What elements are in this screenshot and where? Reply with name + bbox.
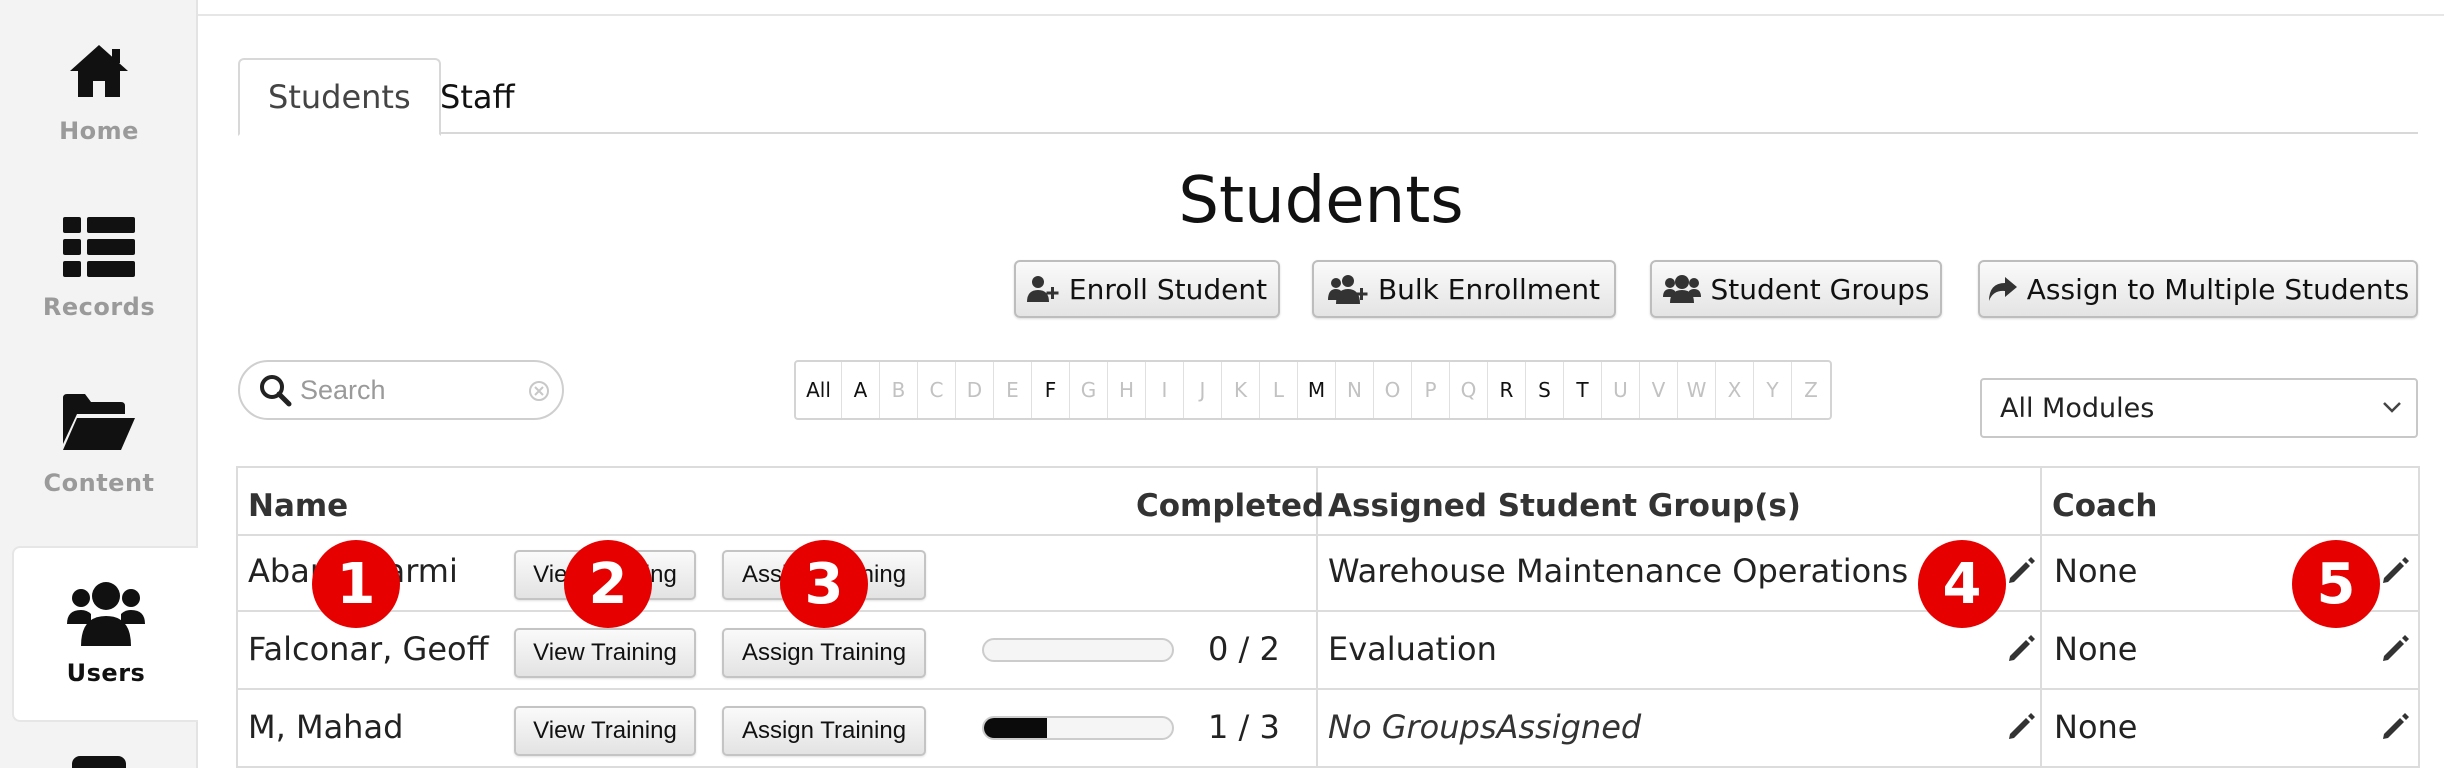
- home-icon: [59, 39, 139, 103]
- completion-count: 1 / 3: [1208, 708, 1280, 746]
- user-plus-icon: [1026, 276, 1059, 302]
- assign-multiple-students-button[interactable]: Assign to Multiple Students: [1978, 260, 2418, 318]
- view-training-button[interactable]: View Training: [514, 706, 696, 756]
- annotation-marker-4: 4: [1918, 540, 2006, 628]
- student-groups-button[interactable]: Student Groups: [1650, 260, 1942, 318]
- chevron-down-icon: [2383, 402, 2401, 413]
- column-header-name[interactable]: Name: [248, 488, 348, 524]
- edit-pencil-icon[interactable]: [2380, 634, 2410, 664]
- alphabet-letter-b[interactable]: B: [880, 362, 918, 418]
- assign-training-button[interactable]: Assign Training: [722, 706, 926, 756]
- annotation-marker-2: 2: [564, 540, 652, 628]
- column-header-coach[interactable]: Coach: [2052, 488, 2157, 524]
- share-arrow-icon: [1988, 277, 2017, 301]
- sidebar: Home Records Content Users: [0, 0, 198, 768]
- users-icon: [1662, 275, 1701, 303]
- main-content: Students Staff Students Enroll Student B…: [198, 14, 2444, 768]
- sidebar-item-label: Content: [43, 469, 155, 497]
- alphabet-letter-z[interactable]: Z: [1792, 362, 1830, 418]
- page-title: Students: [1178, 164, 1464, 238]
- alphabet-letter-h[interactable]: H: [1108, 362, 1146, 418]
- alphabet-letter-t[interactable]: T: [1564, 362, 1602, 418]
- users-icon: [66, 581, 146, 646]
- search-box: [238, 360, 564, 420]
- alphabet-letter-w[interactable]: W: [1678, 362, 1716, 418]
- enroll-student-button[interactable]: Enroll Student: [1014, 260, 1280, 318]
- search-input[interactable]: [300, 374, 520, 406]
- edit-pencil-icon[interactable]: [2380, 556, 2410, 586]
- bulk-enrollment-label: Bulk Enrollment: [1377, 272, 1601, 306]
- alphabet-letter-e[interactable]: E: [994, 362, 1032, 418]
- coach-name: None: [2054, 552, 2138, 590]
- alphabet-letter-l[interactable]: L: [1260, 362, 1298, 418]
- alphabet-letter-k[interactable]: K: [1222, 362, 1260, 418]
- folder-open-icon: [59, 391, 139, 455]
- list-icon: [59, 215, 139, 279]
- annotation-marker-3: 3: [780, 540, 868, 628]
- annotation-marker-5: 5: [2292, 540, 2380, 628]
- assigned-group: Warehouse Maintenance Operations: [1328, 552, 1909, 590]
- edit-pencil-icon[interactable]: [2006, 712, 2036, 742]
- alphabet-letter-v[interactable]: V: [1640, 362, 1678, 418]
- sidebar-item-users[interactable]: Users: [12, 546, 198, 722]
- enroll-student-label: Enroll Student: [1068, 272, 1268, 306]
- alphabet-letter-g[interactable]: G: [1070, 362, 1108, 418]
- bulk-enrollment-button[interactable]: Bulk Enrollment: [1312, 260, 1616, 318]
- alphabet-letter-p[interactable]: P: [1412, 362, 1450, 418]
- clear-search-icon[interactable]: [528, 380, 550, 402]
- edit-pencil-icon[interactable]: [2006, 556, 2036, 586]
- alphabet-letter-y[interactable]: Y: [1754, 362, 1792, 418]
- sidebar-item-records[interactable]: Records: [0, 180, 198, 356]
- coach-name: None: [2054, 630, 2138, 668]
- students-table: Name Completed Assigned Student Group(s)…: [236, 466, 2420, 768]
- column-header-groups[interactable]: Assigned Student Group(s): [1328, 488, 1801, 524]
- assigned-group: No GroupsAssigned: [1328, 708, 1642, 746]
- edit-pencil-icon[interactable]: [2380, 712, 2410, 742]
- alphabet-filter: All A B C D E F G H I J K L M N O P Q R S T U V W X Y Z: [794, 360, 1832, 420]
- assign-multiple-students-label: Assign to Multiple Students: [2026, 272, 2410, 306]
- alphabet-letter-s[interactable]: S: [1526, 362, 1564, 418]
- tab-staff[interactable]: Staff: [412, 58, 543, 136]
- alphabet-letter-u[interactable]: U: [1602, 362, 1640, 418]
- alphabet-letter-a[interactable]: A: [842, 362, 880, 418]
- sidebar-item-partial-icon[interactable]: [72, 756, 126, 768]
- alphabet-letter-all[interactable]: All: [796, 362, 842, 418]
- alphabet-letter-r[interactable]: R: [1488, 362, 1526, 418]
- alphabet-letter-i[interactable]: I: [1146, 362, 1184, 418]
- tab-students[interactable]: Students: [238, 58, 441, 136]
- completion-count: 0 / 2: [1208, 630, 1280, 668]
- edit-pencil-icon[interactable]: [2006, 634, 2036, 664]
- completion-progress-bar: [982, 638, 1174, 662]
- coach-name: None: [2054, 708, 2138, 746]
- alphabet-letter-m[interactable]: M: [1298, 362, 1336, 418]
- sidebar-item-label: Users: [66, 659, 146, 687]
- sidebar-item-home[interactable]: Home: [0, 4, 198, 180]
- alphabet-letter-q[interactable]: Q: [1450, 362, 1488, 418]
- search-icon: [260, 375, 292, 407]
- student-groups-label: Student Groups: [1710, 272, 1930, 306]
- column-header-completed[interactable]: Completed: [1136, 488, 1324, 524]
- annotation-marker-1: 1: [312, 540, 400, 628]
- alphabet-letter-c[interactable]: C: [918, 362, 956, 418]
- alphabet-letter-j[interactable]: J: [1184, 362, 1222, 418]
- view-training-button[interactable]: View Training: [514, 628, 696, 678]
- tab-bar: Students Staff: [238, 58, 2418, 136]
- alphabet-letter-f[interactable]: F: [1032, 362, 1070, 418]
- module-select[interactable]: All Modules: [1980, 378, 2418, 438]
- assigned-group: Evaluation: [1328, 630, 1497, 668]
- sidebar-item-label: Records: [42, 293, 156, 321]
- student-name[interactable]: M, Mahad: [248, 708, 403, 746]
- alphabet-letter-o[interactable]: O: [1374, 362, 1412, 418]
- sidebar-item-content[interactable]: Content: [0, 356, 198, 532]
- alphabet-letter-x[interactable]: X: [1716, 362, 1754, 418]
- alphabet-letter-d[interactable]: D: [956, 362, 994, 418]
- users-plus-icon: [1327, 275, 1368, 304]
- sidebar-item-label: Home: [59, 117, 139, 145]
- assign-training-button[interactable]: Assign Training: [722, 628, 926, 678]
- alphabet-letter-n[interactable]: N: [1336, 362, 1374, 418]
- module-select-value: All Modules: [2000, 392, 2155, 424]
- completion-progress-bar: [982, 716, 1174, 740]
- student-name[interactable]: Falconar, Geoff: [248, 630, 489, 668]
